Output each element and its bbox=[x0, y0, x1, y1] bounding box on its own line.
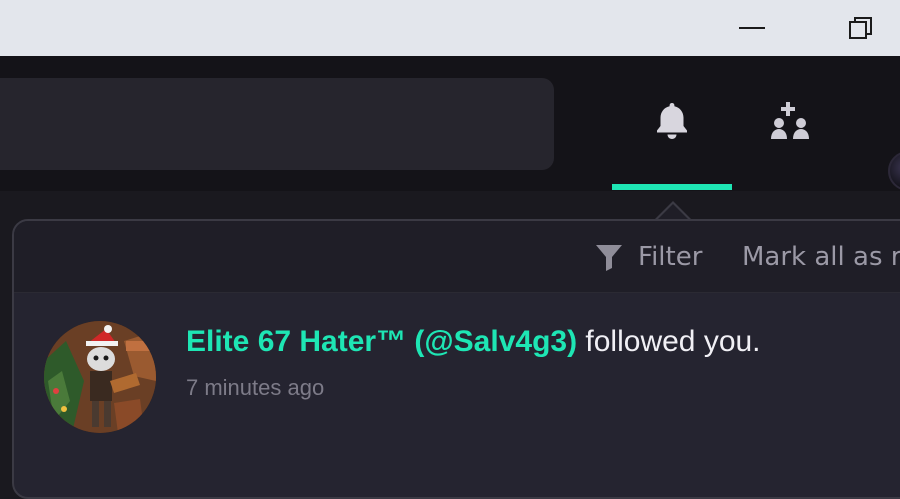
window-titlebar bbox=[0, 0, 900, 56]
panel-caret-inner bbox=[657, 204, 689, 220]
add-friends-icon bbox=[771, 102, 809, 139]
notification-avatar[interactable] bbox=[44, 321, 156, 433]
search-input[interactable] bbox=[0, 78, 554, 170]
add-friends-button[interactable] bbox=[757, 86, 827, 156]
restore-icon bbox=[849, 17, 872, 39]
active-tab-indicator bbox=[612, 184, 732, 190]
notification-item[interactable]: Elite 67 Hater™ (@Salv4g3) followed you.… bbox=[14, 293, 900, 433]
minimize-icon bbox=[739, 27, 765, 29]
restore-button[interactable] bbox=[833, 0, 889, 56]
filter-label: Filter bbox=[638, 242, 703, 272]
mark-all-read-button[interactable]: Mark all as r bbox=[742, 239, 900, 275]
notification-timestamp: 7 minutes ago bbox=[186, 375, 325, 400]
filter-button[interactable]: Filter bbox=[594, 239, 702, 275]
notifications-header: Filter Mark all as r bbox=[14, 221, 900, 293]
bell-icon bbox=[657, 103, 687, 139]
notification-action: followed you. bbox=[577, 325, 761, 358]
notification-message: Elite 67 Hater™ (@Salv4g3) followed you. bbox=[186, 325, 761, 359]
app-header bbox=[0, 56, 900, 191]
filter-icon bbox=[596, 245, 622, 271]
profile-picture bbox=[44, 321, 156, 433]
notification-username[interactable]: Elite 67 Hater™ (@Salv4g3) bbox=[186, 325, 577, 358]
user-avatar[interactable] bbox=[888, 151, 900, 191]
minimize-button[interactable] bbox=[724, 0, 780, 56]
notifications-panel: Filter Mark all as r Elite 67 Hater™ (@S… bbox=[12, 219, 900, 499]
notifications-button[interactable] bbox=[637, 86, 707, 156]
